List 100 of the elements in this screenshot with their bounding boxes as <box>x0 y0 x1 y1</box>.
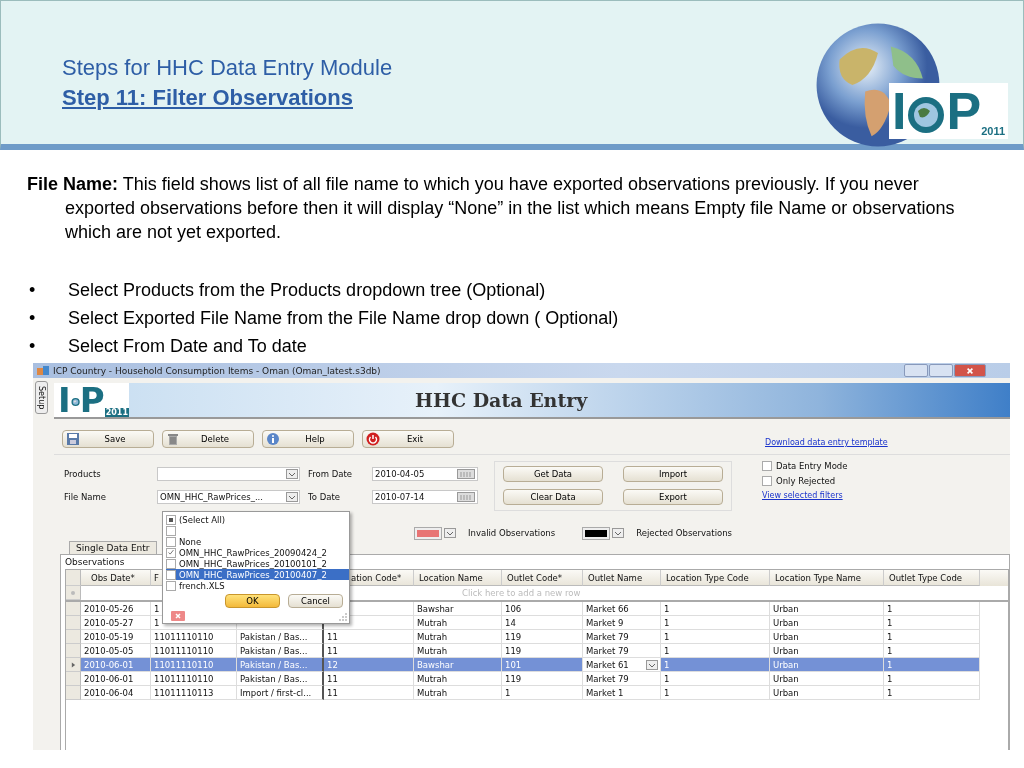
checkbox[interactable] <box>166 547 176 558</box>
table-cell: 14 <box>505 617 516 628</box>
clear-icon[interactable] <box>171 611 185 621</box>
color-swatch[interactable] <box>583 527 610 539</box>
table-cell: Urban <box>773 659 799 670</box>
products-dropdown[interactable] <box>157 466 300 481</box>
header-corner <box>66 570 81 586</box>
row-header[interactable] <box>66 658 81 672</box>
table-row[interactable]: 2010-06-01 11011110110 Pakistan / Bas... 12 Bawshar 101 Market 61 1 Urban 1 <box>66 658 1008 672</box>
group-label: Observations <box>64 556 126 569</box>
toolbar-button[interactable]: Help <box>262 430 354 448</box>
table-cell: 2010-06-01 <box>84 673 134 684</box>
toolbar-button[interactable]: Save <box>62 430 154 448</box>
action-button[interactable]: Clear Data <box>503 489 603 505</box>
bullet-marker: • <box>28 307 37 330</box>
table-cell: 1 <box>887 631 893 642</box>
dropdown-icon[interactable] <box>646 659 658 670</box>
slide-subtitle: Step 11: Filter Observations <box>62 84 354 112</box>
checkbox-label: Data Entry Mode <box>776 461 848 471</box>
table-cell: 11 <box>327 673 338 684</box>
table-cell: Mutrah <box>417 645 448 656</box>
checkbox-label: Only Rejected <box>776 476 836 486</box>
list-item[interactable]: (Select All) <box>166 514 349 525</box>
date-field[interactable]: 2010-07-14 <box>372 489 478 504</box>
minimize-button[interactable] <box>904 364 928 377</box>
cancel-button[interactable]: Cancel <box>288 594 343 608</box>
power-icon <box>366 432 380 446</box>
table-cell: 1 <box>154 617 160 628</box>
date-field[interactable]: 2010-04-05 <box>372 466 478 481</box>
table-cell: Bawshar <box>417 659 454 670</box>
column-header: Location Type Code <box>661 570 770 586</box>
table-cell: 1 <box>664 687 670 698</box>
table-cell: 119 <box>505 631 522 642</box>
app-title: HHC Data Entry <box>415 389 588 411</box>
table-cell: Urban <box>773 687 799 698</box>
checkbox[interactable] <box>166 514 176 525</box>
list-item[interactable]: OMN_HHC_RawPrices_20100407_2 <box>166 569 349 580</box>
column-header: Location Type Name <box>770 570 884 586</box>
tab[interactable]: Single Data Entr <box>69 541 157 554</box>
table-row[interactable]: 2010-06-04 11011110113 Import / first-cl... 11 Mutrah 1 Market 1 1 Urban 1 <box>66 686 1008 700</box>
list-item[interactable]: None <box>166 536 349 547</box>
checkbox[interactable] <box>166 525 176 536</box>
dropdown-icon[interactable] <box>612 528 625 538</box>
table-cell: 106 <box>505 603 522 614</box>
toolbar-button[interactable]: Delete <box>162 430 254 448</box>
list-item[interactable]: OMN_HHC_RawPrices_20090424_2 <box>166 547 349 558</box>
list-item[interactable]: OMN_HHC_RawPrices_20100101_2 <box>166 558 349 569</box>
table-cell: Import / first-cl... <box>240 687 312 698</box>
table-row[interactable]: 2010-05-19 11011110110 Pakistan / Bas... 11 Mutrah 119 Market 79 1 Urban 1 <box>66 630 1008 644</box>
color-swatch[interactable] <box>415 527 441 539</box>
table-cell: Mutrah <box>417 687 448 698</box>
checkbox[interactable] <box>166 580 176 591</box>
close-button[interactable] <box>954 364 986 377</box>
info-icon <box>266 432 280 446</box>
table-cell: 11 <box>327 645 338 656</box>
action-button[interactable]: Import <box>623 466 723 482</box>
ok-button[interactable]: OK <box>225 594 280 608</box>
table-cell: 2010-06-04 <box>84 687 134 698</box>
field-label: To Date <box>307 491 341 502</box>
action-button[interactable]: Export <box>623 489 723 505</box>
table-cell: 119 <box>505 673 522 684</box>
table-cell: Mutrah <box>417 631 448 642</box>
table-cell: Urban <box>773 673 799 684</box>
legend-label: Rejected Observations <box>636 528 733 538</box>
column-header: Outlet Name <box>583 570 661 586</box>
table-cell: 11011110110 <box>154 645 214 656</box>
logo-letter: I <box>892 85 907 137</box>
column-header: Outlet Type Code <box>884 570 980 586</box>
checkbox[interactable] <box>166 536 176 547</box>
column-header: Outlet Code* <box>502 570 583 586</box>
table-cell: Pakistan / Bas... <box>240 673 308 684</box>
table-cell: Market 79 <box>586 645 629 656</box>
table-cell: 1 <box>154 603 160 614</box>
checkbox[interactable] <box>762 461 772 471</box>
close-icon <box>966 366 974 375</box>
table-row[interactable]: 2010-06-01 11011110110 Pakistan / Bas... 11 Mutrah 119 Market 79 1 Urban 1 <box>66 672 1008 686</box>
checkbox[interactable] <box>762 476 772 486</box>
dropdown-icon[interactable] <box>444 528 456 538</box>
action-button[interactable]: Get Data <box>503 466 603 482</box>
filters-link[interactable]: View selected filters <box>762 491 848 500</box>
setup-tab[interactable]: Setup <box>35 381 48 415</box>
app-icon <box>37 365 49 376</box>
table-cell: 1 <box>887 687 893 698</box>
checkbox[interactable] <box>166 558 176 569</box>
maximize-button[interactable] <box>929 364 953 377</box>
table-cell: 1 <box>887 603 893 614</box>
table-cell: Market 79 <box>586 631 629 642</box>
table-cell: 1 <box>664 645 670 656</box>
table-cell: 11 <box>327 687 338 698</box>
toolbar-button[interactable]: Exit <box>362 430 454 448</box>
template-link[interactable]: Download data entry template <box>765 438 888 447</box>
resize-grip-icon[interactable] <box>339 613 347 621</box>
table-cell: 1 <box>887 659 893 670</box>
file-name-dropdown[interactable]: OMN_HHC_RawPrices_... <box>157 489 300 504</box>
table-cell: 11011110110 <box>154 659 214 670</box>
new-row-icon <box>70 589 76 596</box>
table-cell: Mutrah <box>417 673 448 684</box>
checkbox[interactable] <box>166 569 176 580</box>
row-pointer-icon <box>70 661 76 668</box>
table-cell: 1 <box>887 645 893 656</box>
